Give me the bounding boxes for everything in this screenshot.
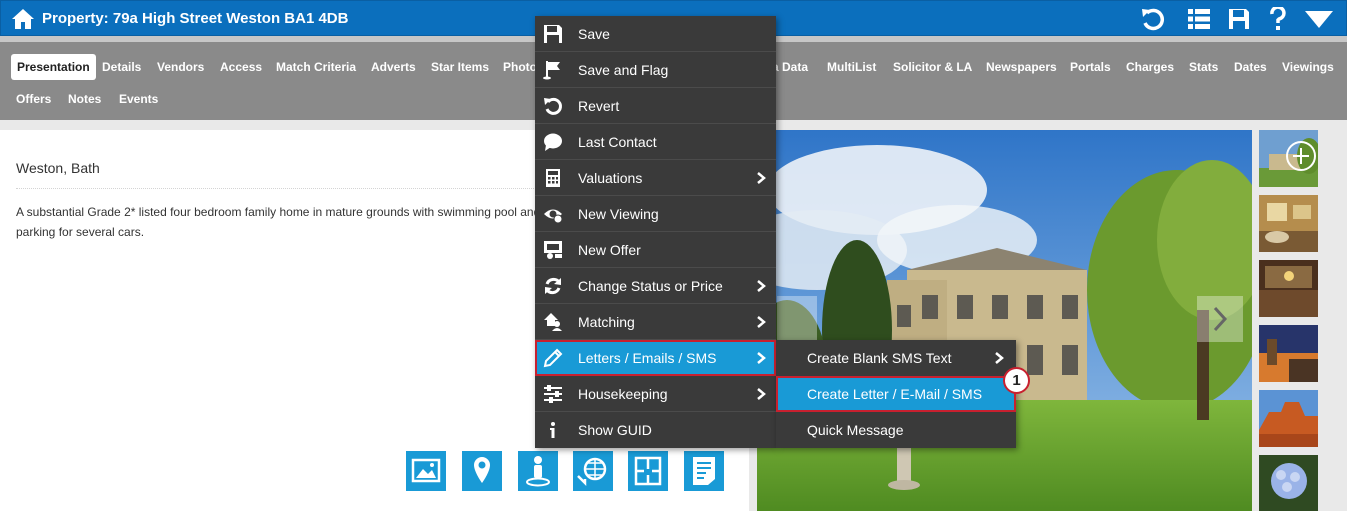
menu-item-label: Save and Flag — [578, 62, 669, 78]
submenu-item-label: Create Blank SMS Text — [807, 350, 952, 366]
menu-item-revert[interactable]: Revert — [535, 88, 776, 124]
menu-item-last-contact[interactable]: Last Contact — [535, 124, 776, 160]
chevron-right-icon — [757, 388, 766, 400]
submenu-item-label: Create Letter / E-Mail / SMS — [807, 386, 983, 402]
property-photo[interactable] — [757, 130, 1252, 511]
menu-item-label: New Offer — [578, 242, 641, 258]
list-icon[interactable] — [1187, 7, 1211, 31]
menu-item-save-and-flag[interactable]: Save and Flag — [535, 52, 776, 88]
chevron-right-icon — [757, 316, 766, 328]
menu-item-label: Show GUID — [578, 422, 652, 438]
thumbnail-3[interactable] — [1259, 260, 1318, 317]
menu-item-label: Housekeeping — [578, 386, 668, 402]
menu-item-letters-emails-sms[interactable]: Letters / Emails / SMS — [535, 340, 776, 376]
menu-item-show-guid[interactable]: Show GUID — [535, 412, 776, 448]
chevron-right-icon — [757, 280, 766, 292]
menu-item-label: Last Contact — [578, 134, 657, 150]
step-callout-badge: 1 — [1003, 367, 1030, 394]
page-title: Property: 79a High Street Weston BA1 4DB — [42, 10, 349, 27]
menu-item-label: Letters / Emails / SMS — [578, 350, 717, 366]
tab-portals[interactable]: Portals — [1064, 54, 1117, 80]
tab-newspapers[interactable]: Newspapers — [980, 54, 1063, 80]
chevron-right-icon — [757, 352, 766, 364]
tab-multilist[interactable]: MultiList — [821, 54, 882, 80]
people-house-icon — [544, 313, 562, 331]
submenu-item-create-blank-sms-text[interactable]: Create Blank SMS Text — [776, 340, 1016, 376]
thumbnail-1[interactable] — [1259, 130, 1318, 187]
chevron-right-icon — [995, 352, 1004, 364]
thumbnail-2[interactable] — [1259, 195, 1318, 252]
sliders-icon — [544, 385, 562, 403]
floorplan-icon[interactable] — [628, 451, 668, 491]
tab-offers[interactable]: Offers — [10, 86, 57, 112]
thumbnail-5[interactable] — [1259, 390, 1318, 447]
offer-icon — [544, 241, 562, 259]
submenu: Create Blank SMS Text Create Letter / E-… — [776, 340, 1016, 448]
virtual-tour-icon[interactable] — [573, 451, 613, 491]
menu-item-label: Change Status or Price — [578, 278, 723, 294]
tab-vendors[interactable]: Vendors — [151, 54, 210, 80]
home-icon[interactable] — [11, 8, 35, 30]
tab-charges[interactable]: Charges — [1120, 54, 1180, 80]
flag-icon — [543, 61, 560, 80]
submenu-item-label: Quick Message — [807, 422, 904, 438]
revert-icon — [544, 97, 562, 115]
info-icon — [550, 422, 555, 438]
save-icon[interactable] — [1228, 7, 1250, 31]
brochure-icon[interactable] — [684, 451, 724, 491]
eye-icon — [544, 209, 563, 224]
menu-item-label: New Viewing — [578, 206, 659, 222]
divider — [16, 188, 536, 189]
menu-item-label: Revert — [578, 98, 620, 114]
dropdown-icon[interactable] — [1304, 7, 1334, 31]
tab-access[interactable]: Access — [214, 54, 268, 80]
pencil-icon — [543, 348, 563, 368]
menu-item-valuations[interactable]: Valuations — [535, 160, 776, 196]
floppy-disk-icon — [544, 25, 562, 43]
menu-item-save[interactable]: Save — [535, 16, 776, 52]
speech-bubble-icon — [544, 133, 562, 151]
property-description: A substantial Grade 2* listed four bedro… — [16, 205, 541, 239]
submenu-item-quick-message[interactable]: Quick Message — [776, 412, 1016, 448]
tab-stats[interactable]: Stats — [1183, 54, 1224, 80]
tab-viewings[interactable]: Viewings — [1276, 54, 1340, 80]
menu-item-label: Valuations — [578, 170, 643, 186]
chevron-right-icon — [757, 172, 766, 184]
street-view-icon[interactable] — [518, 451, 558, 491]
tab-star-items[interactable]: Star Items — [425, 54, 495, 80]
tab-presentation[interactable]: Presentation — [11, 54, 96, 80]
tab-solicitor-la[interactable]: Solicitor & LA — [887, 54, 978, 80]
context-menu: Save Save and Flag Revert Last Contact V… — [535, 16, 776, 448]
help-icon[interactable] — [1269, 7, 1287, 31]
property-location: Weston, Bath — [16, 160, 100, 176]
tab-events[interactable]: Events — [113, 86, 164, 112]
tab-adverts[interactable]: Adverts — [365, 54, 422, 80]
undo-icon[interactable] — [1140, 7, 1166, 31]
menu-item-new-offer[interactable]: New Offer — [535, 232, 776, 268]
tab-match-criteria[interactable]: Match Criteria — [270, 54, 362, 80]
tab-dates[interactable]: Dates — [1228, 54, 1273, 80]
menu-item-matching[interactable]: Matching — [535, 304, 776, 340]
menu-item-label: Matching — [578, 314, 635, 330]
refresh-icon — [545, 277, 561, 295]
menu-item-new-viewing[interactable]: New Viewing — [535, 196, 776, 232]
calculator-icon — [546, 169, 560, 187]
map-pin-icon[interactable] — [462, 451, 502, 491]
menu-item-label: Save — [578, 26, 610, 42]
menu-item-housekeeping[interactable]: Housekeeping — [535, 376, 776, 412]
thumbnail-6[interactable] — [1259, 455, 1318, 511]
thumbnail-4[interactable] — [1259, 325, 1318, 382]
gallery-icon[interactable] — [406, 451, 446, 491]
tab-details[interactable]: Details — [96, 54, 147, 80]
menu-item-change-status-or-price[interactable]: Change Status or Price — [535, 268, 776, 304]
submenu-item-create-letter-email-sms[interactable]: Create Letter / E-Mail / SMS — [776, 376, 1016, 412]
tab-notes[interactable]: Notes — [62, 86, 107, 112]
